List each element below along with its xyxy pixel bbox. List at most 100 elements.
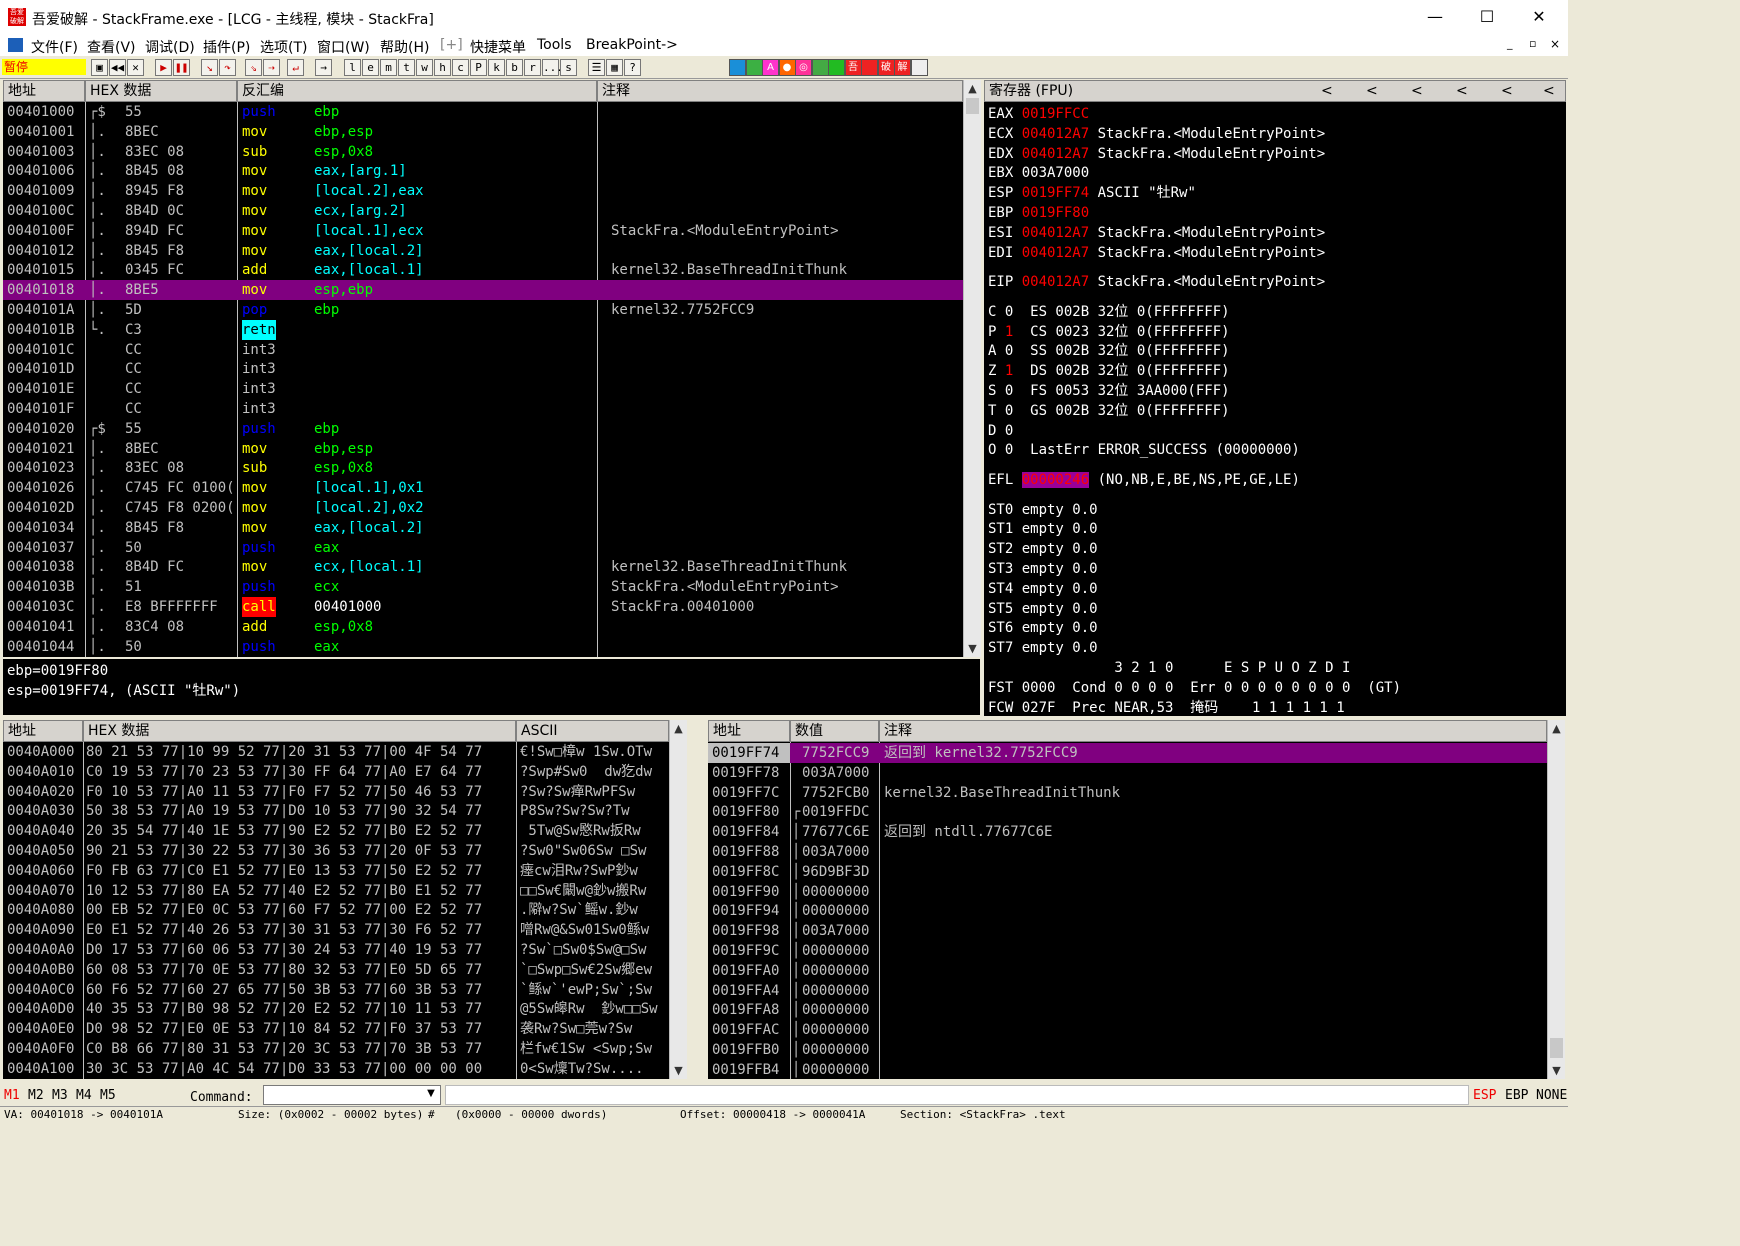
- stack-row[interactable]: 0019FFA4 │ 00000000: [708, 981, 1547, 1001]
- stack-row[interactable]: 0019FF7C 7752FCB0 kernel32.BaseThreadInitT…: [708, 783, 1547, 803]
- menu-options[interactable]: 选项(T): [260, 37, 307, 57]
- disasm-row[interactable]: 0040102D │. C745 F8 0200(mov [local.2],0x2: [3, 498, 963, 518]
- open-icon[interactable]: ▣: [91, 59, 108, 76]
- disasm-row[interactable]: 00401003 │. 83EC 08 sub esp,0x8: [3, 142, 963, 162]
- register-line[interactable]: EAX 0019FFCC: [988, 104, 1089, 124]
- register-line[interactable]: ST5 empty 0.0: [988, 599, 1098, 619]
- menu-plugins[interactable]: 插件(P): [203, 37, 250, 57]
- register-line[interactable]: EBX 003A7000: [988, 163, 1089, 183]
- disasm-row[interactable]: 0040103B │. 51 push ecx StackFra.<ModuleEntry…: [3, 577, 963, 597]
- disasm-col-hex[interactable]: HEX 数据: [85, 80, 237, 102]
- plugin-button[interactable]: 解: [894, 59, 911, 76]
- list-icon[interactable]: ☰: [588, 59, 605, 76]
- toolbar-source-button[interactable]: s: [560, 59, 577, 76]
- registers-prev-button[interactable]: <: [1321, 81, 1333, 101]
- registers-prev-button[interactable]: <: [1501, 81, 1513, 101]
- toolbar-log-button[interactable]: l: [344, 59, 361, 76]
- scroll-down-icon[interactable]: ▼: [670, 1062, 687, 1079]
- registers-prev-button[interactable]: <: [1456, 81, 1468, 101]
- menu-breakpoint[interactable]: BreakPoint->: [586, 37, 678, 53]
- register-line[interactable]: ST7 empty 0.0: [988, 638, 1098, 658]
- register-line[interactable]: ECX 004012A7 StackFra.<ModuleEntryPoint>: [988, 124, 1325, 144]
- scroll-down-icon[interactable]: ▼: [1548, 1062, 1565, 1079]
- disasm-row[interactable]: 00401038 │. 8B4D FC mov ecx,[local.1] kernel3…: [3, 557, 963, 577]
- disasm-row[interactable]: 0040101E CC int3: [3, 379, 963, 399]
- plugin-button[interactable]: [828, 59, 845, 76]
- toolbar-callstack-button[interactable]: k: [488, 59, 505, 76]
- disasm-row[interactable]: 00401000 ┌$ 55 push ebp: [3, 102, 963, 122]
- dump-col-hex[interactable]: HEX 数据: [83, 720, 516, 742]
- minimize-button[interactable]: —: [1412, 4, 1458, 30]
- info-pane[interactable]: ebp=0019FF80 esp=0019FF74, (ASCII "牡Rw"): [3, 659, 980, 715]
- register-line[interactable]: ST2 empty 0.0: [988, 539, 1098, 559]
- disasm-row[interactable]: 00401041 │. 83C4 08 add esp,0x8: [3, 617, 963, 637]
- esp-button[interactable]: ESP: [1473, 1088, 1496, 1103]
- trace-into-icon[interactable]: ⇘: [245, 59, 262, 76]
- register-line[interactable]: Z 1 DS 002B 32位 0(FFFFFFFF): [988, 361, 1230, 381]
- toolbar-runtrace-button[interactable]: ...: [542, 59, 563, 76]
- close-button[interactable]: ✕: [1516, 4, 1562, 30]
- register-line[interactable]: EIP 004012A7 StackFra.<ModuleEntryPoint>: [988, 272, 1325, 292]
- stack-col-value[interactable]: 数值: [790, 720, 879, 742]
- disasm-col-comment[interactable]: 注释: [597, 80, 963, 102]
- dump-scrollbar[interactable]: ▲ ▼: [669, 720, 687, 1079]
- tab-m4[interactable]: M4: [76, 1088, 92, 1103]
- disasm-row[interactable]: 00401006 │. 8B45 08 mov eax,[arg.1]: [3, 161, 963, 181]
- register-line[interactable]: FST 0000 Cond 0 0 0 0 Err 0 0 0 0 0 0 0 …: [988, 678, 1401, 698]
- menu-shortcuts[interactable]: 快捷菜单: [470, 37, 526, 57]
- memory-dump-view[interactable]: 0040A000 80 21 53 77|10 99 52 77|20 31 53…: [3, 742, 669, 1079]
- stack-row[interactable]: 0019FF80 ┌ 0019FFDC: [708, 802, 1547, 822]
- plugin-button[interactable]: [811, 59, 829, 76]
- disasm-row[interactable]: 00401012 │. 8B45 F8 mov eax,[local.2]: [3, 241, 963, 261]
- pause-icon[interactable]: ❚❚: [173, 59, 190, 76]
- chevron-down-icon[interactable]: ▼: [424, 1086, 438, 1102]
- stack-row[interactable]: 0019FF94 │ 00000000: [708, 901, 1547, 921]
- register-line[interactable]: EDI 004012A7 StackFra.<ModuleEntryPoint>: [988, 243, 1325, 263]
- register-line[interactable]: O 0 LastErr ERROR_SUCCESS (00000000): [988, 440, 1300, 460]
- register-line[interactable]: FCW 027F Prec NEAR,53 掩码 1 1 1 1 1 1: [988, 698, 1345, 716]
- stack-row[interactable]: 0019FFA8 │ 00000000: [708, 1000, 1547, 1020]
- trace-over-icon[interactable]: ⇢: [263, 59, 280, 76]
- menu-window[interactable]: 窗口(W): [317, 37, 370, 57]
- plugin-button[interactable]: ●: [778, 59, 796, 76]
- register-line[interactable]: EBP 0019FF80: [988, 203, 1089, 223]
- stack-view[interactable]: 0019FF74 7752FCC9 返回到 kernel32.7752FCC9 001…: [708, 742, 1547, 1079]
- registers-prev-button[interactable]: <: [1366, 81, 1378, 101]
- register-line[interactable]: 3 2 1 0 E S P U O Z D I: [988, 658, 1350, 678]
- disasm-row[interactable]: 00401034 │. 8B45 F8 mov eax,[local.2]: [3, 518, 963, 538]
- menu-view[interactable]: 查看(V): [87, 37, 136, 57]
- register-line[interactable]: C 0 ES 002B 32位 0(FFFFFFFF): [988, 302, 1230, 322]
- disasm-row[interactable]: 0040103C │. E8 BFFFFFFF call 00401000 StackFr…: [3, 597, 963, 617]
- stack-row[interactable]: 0019FF90 │ 00000000: [708, 882, 1547, 902]
- toolbar-modules-button[interactable]: e: [362, 59, 379, 76]
- stack-row[interactable]: 0019FFB0 │ 00000000: [708, 1040, 1547, 1060]
- execute-till-return-icon[interactable]: ↵: [287, 59, 304, 76]
- mdi-minimize-button[interactable]: _: [1507, 37, 1513, 50]
- scroll-thumb[interactable]: [966, 98, 979, 114]
- disasm-row[interactable]: 00401001 │. 8BEC mov ebp,esp: [3, 122, 963, 142]
- scroll-up-icon[interactable]: ▲: [1548, 720, 1565, 737]
- restart-icon[interactable]: ◀◀: [109, 59, 126, 76]
- step-into-icon[interactable]: ↘: [201, 59, 218, 76]
- toolbar-patches-button[interactable]: P: [470, 59, 487, 76]
- plugin-button[interactable]: [861, 59, 878, 76]
- stack-scrollbar[interactable]: ▲ ▼: [1547, 720, 1565, 1079]
- register-line[interactable]: P 1 CS 0023 32位 0(FFFFFFFF): [988, 322, 1230, 342]
- register-line[interactable]: ST0 empty 0.0: [988, 500, 1098, 520]
- register-line[interactable]: S 0 FS 0053 32位 3AA000(FFF): [988, 381, 1230, 401]
- tab-m3[interactable]: M3: [52, 1088, 68, 1103]
- disasm-row[interactable]: 00401015 │. 0345 FC add eax,[local.1] kernel3…: [3, 260, 963, 280]
- menu-debug[interactable]: 调试(D): [145, 37, 195, 57]
- help-icon[interactable]: ?: [624, 59, 641, 76]
- register-line[interactable]: ST3 empty 0.0: [988, 559, 1098, 579]
- none-button[interactable]: NONE: [1536, 1088, 1568, 1103]
- mdi-restore-button[interactable]: ▫: [1529, 37, 1536, 50]
- disasm-scrollbar[interactable]: ▲ ▼: [963, 80, 981, 657]
- stack-row[interactable]: 0019FF78 003A7000: [708, 763, 1547, 783]
- plugin-button[interactable]: [910, 59, 928, 76]
- toolbar-breakpoints-button[interactable]: b: [506, 59, 523, 76]
- disasm-row[interactable]: 00401018 │. 8BE5 mov esp,ebp: [3, 280, 963, 301]
- register-line[interactable]: ESI 004012A7 StackFra.<ModuleEntryPoint>: [988, 223, 1325, 243]
- menu-tools[interactable]: Tools: [537, 37, 572, 53]
- disasm-row[interactable]: 0040100C │. 8B4D 0C mov ecx,[arg.2]: [3, 201, 963, 221]
